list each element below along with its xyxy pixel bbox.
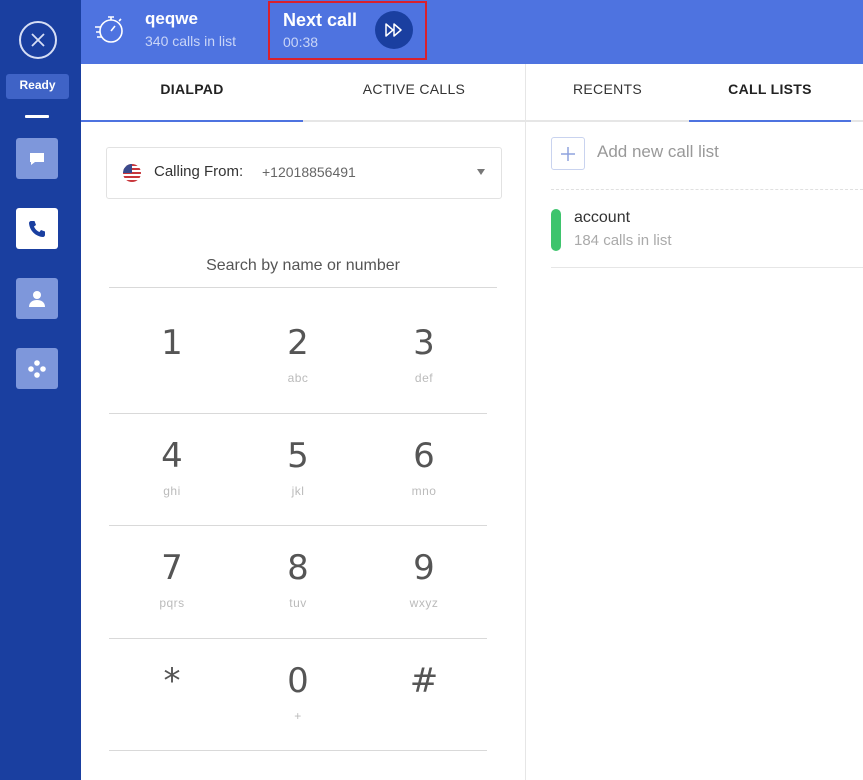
contact-icon[interactable] bbox=[16, 278, 58, 319]
key-digit: 6 bbox=[413, 436, 435, 476]
key-letters: pqrs bbox=[159, 596, 185, 610]
key-letters: mno bbox=[411, 484, 437, 498]
dialpad-key-star[interactable]: * bbox=[109, 639, 235, 751]
key-letters: jkl bbox=[291, 484, 305, 498]
list-color-indicator bbox=[551, 209, 561, 251]
list-item[interactable]: account 184 calls in list bbox=[551, 205, 863, 268]
dialpad-key-2[interactable]: 2 abc bbox=[235, 301, 361, 413]
next-call-timer: 00:38 bbox=[283, 34, 319, 50]
key-digit: 7 bbox=[161, 548, 183, 588]
add-call-list-button[interactable] bbox=[551, 137, 585, 170]
us-flag-icon bbox=[123, 164, 141, 182]
status-badge[interactable]: Ready bbox=[6, 74, 69, 99]
call-list-count: 340 calls in list bbox=[145, 33, 237, 49]
tab-dialpad[interactable]: DIALPAD bbox=[81, 64, 303, 122]
dialpad-key-4[interactable]: 4 ghi bbox=[109, 414, 235, 526]
chevron-down-icon bbox=[477, 169, 485, 175]
key-digit: 2 bbox=[287, 323, 309, 363]
key-letters: ghi bbox=[163, 484, 181, 498]
dialpad-key-9[interactable]: 9 wxyz bbox=[361, 526, 487, 638]
tab-call-lists[interactable]: CALL LISTS bbox=[689, 64, 851, 122]
fast-forward-button[interactable] bbox=[375, 11, 413, 49]
list-divider bbox=[551, 189, 863, 190]
dialpad-key-5[interactable]: 5 jkl bbox=[235, 414, 361, 526]
status-divider bbox=[25, 115, 49, 118]
key-letters: wxyz bbox=[409, 596, 439, 610]
search-input[interactable] bbox=[109, 245, 497, 288]
key-digit: 5 bbox=[287, 436, 309, 476]
stopwatch-icon bbox=[93, 12, 127, 51]
key-digit: 0 bbox=[287, 661, 309, 701]
dialpad-key-3[interactable]: 3 def bbox=[361, 301, 487, 413]
tab-overflow bbox=[851, 64, 863, 122]
key-digit: 1 bbox=[161, 323, 183, 363]
key-letters: tuv bbox=[289, 596, 307, 610]
header-bar: qeqwe 340 calls in list Next call 00:38 bbox=[81, 0, 863, 64]
tab-active-calls[interactable]: ACTIVE CALLS bbox=[303, 64, 525, 122]
key-digit: * bbox=[163, 661, 181, 701]
dialpad-key-1[interactable]: 1 bbox=[109, 301, 235, 413]
sidebar: Ready bbox=[0, 0, 81, 780]
key-digit: # bbox=[409, 661, 439, 701]
key-digit: 9 bbox=[413, 548, 435, 588]
close-icon[interactable] bbox=[19, 21, 57, 59]
dialpad-key-hash[interactable]: # bbox=[361, 639, 487, 751]
plus-icon bbox=[561, 146, 575, 161]
key-letters: def bbox=[414, 371, 434, 385]
chat-icon[interactable] bbox=[16, 138, 58, 179]
add-call-list-label[interactable]: Add new call list bbox=[597, 142, 719, 162]
key-digit: 8 bbox=[287, 548, 309, 588]
tab-recents[interactable]: RECENTS bbox=[526, 64, 689, 122]
next-call-label: Next call bbox=[283, 10, 358, 30]
key-digit: 4 bbox=[161, 436, 183, 476]
panel-divider bbox=[525, 64, 526, 780]
dialpad-key-7[interactable]: 7 pqrs bbox=[109, 526, 235, 638]
calling-from-select[interactable]: Calling From: +12018856491 bbox=[106, 147, 502, 199]
list-item-count: 184 calls in list bbox=[574, 232, 672, 249]
calling-from-number: +12018856491 bbox=[262, 164, 356, 180]
dialpad-key-6[interactable]: 6 mno bbox=[361, 414, 487, 526]
next-call-panel: Next call 00:38 bbox=[268, 1, 427, 60]
calling-from-label: Calling From: bbox=[154, 163, 244, 180]
key-letters: abc bbox=[287, 371, 309, 385]
dialpad-key-8[interactable]: 8 tuv bbox=[235, 526, 361, 638]
list-item-name: account bbox=[574, 209, 631, 226]
dialpad-key-0[interactable]: 0 + bbox=[235, 639, 361, 751]
key-digit: 3 bbox=[413, 323, 435, 363]
key-letters: + bbox=[294, 709, 302, 723]
apps-icon[interactable] bbox=[16, 348, 58, 389]
call-list-title: qeqwe bbox=[145, 9, 198, 28]
fast-forward-icon bbox=[385, 23, 402, 37]
keypad-divider bbox=[109, 750, 487, 751]
phone-icon[interactable] bbox=[16, 208, 58, 249]
